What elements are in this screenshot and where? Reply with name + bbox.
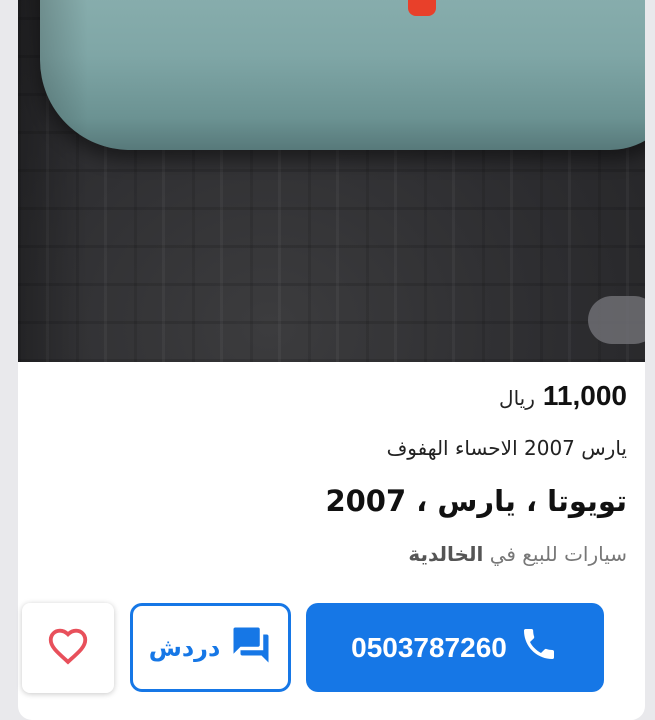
price: 11,000 ريال (499, 380, 627, 412)
heart-icon (45, 623, 91, 673)
chat-icon (230, 624, 272, 672)
call-button[interactable]: 0503787260 (306, 603, 604, 692)
price-value: 11,000 (542, 380, 627, 411)
location-prefix: سيارات للبيع في (489, 542, 627, 566)
phone-icon (519, 624, 559, 671)
photo-shadow (18, 0, 88, 362)
chat-button[interactable]: دردش (130, 603, 291, 692)
price-currency: ريال (499, 386, 535, 410)
listing-subtitle: يارس 2007 الاحساء الهفوف (386, 436, 627, 460)
listing-location: سيارات للبيع في الخالدية (408, 542, 627, 566)
call-number: 0503787260 (351, 631, 507, 663)
photo-plate (408, 0, 436, 16)
listing-title: تويوتا ، يارس ، 2007 (325, 484, 627, 518)
favorite-button[interactable] (22, 603, 114, 693)
location-city: الخالدية (408, 542, 484, 566)
listing-photo[interactable] (18, 0, 645, 362)
photo-blur-overlay (588, 296, 645, 344)
chat-label: دردش (148, 633, 221, 662)
photo-car-bumper (40, 0, 645, 150)
